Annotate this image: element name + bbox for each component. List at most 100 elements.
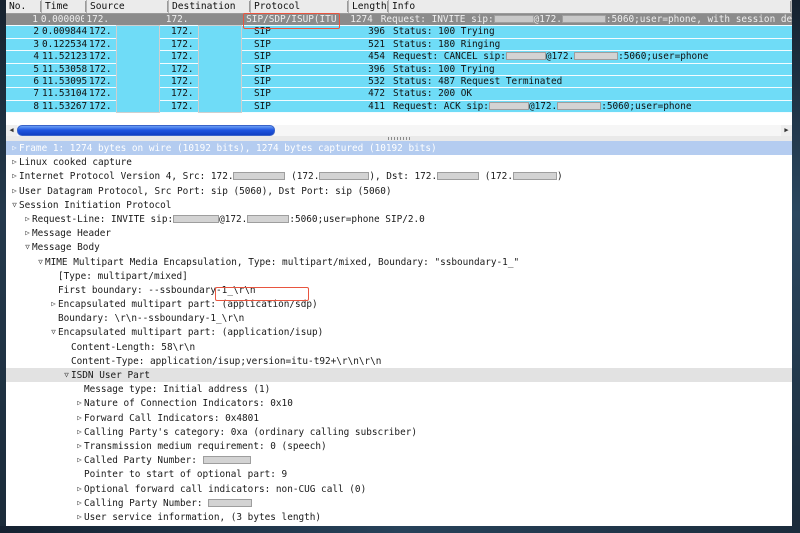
column-header-destination[interactable]: Destination	[169, 0, 251, 13]
tree-node-frame[interactable]: ▷ Frame 1: 1274 bytes on wire (10192 bits…	[6, 141, 792, 156]
tree-node-content-length[interactable]: Content-Length: 58\r\n	[6, 340, 792, 354]
redaction-chip	[488, 101, 529, 110]
expander-collapsed-icon[interactable]: ▷	[75, 496, 84, 510]
tree-node-mime-type[interactable]: [Type: multipart/mixed]	[6, 269, 792, 283]
expander-collapsed-icon[interactable]: ▷	[49, 297, 58, 311]
scroll-left-arrow-icon[interactable]: ◀	[6, 125, 17, 136]
redaction-chip	[574, 52, 619, 61]
expander-collapsed-icon[interactable]: ▷	[10, 169, 19, 183]
packet-length-cell: 396	[368, 63, 385, 75]
expander-collapsed-icon[interactable]: ▷	[75, 425, 84, 439]
packet-no-cell: 6	[33, 75, 39, 87]
tree-node-message-header[interactable]: ▷ Message Header	[6, 226, 792, 240]
tree-node-fwd-call-ind[interactable]: ▷ Forward Call Indicators: 0x4801	[6, 411, 792, 425]
packet-info-cell: Status: 100 Trying	[393, 63, 495, 75]
expander-collapsed-icon[interactable]: ▷	[75, 482, 84, 496]
tree-node-label: Message Body	[32, 242, 100, 254]
tree-node-part-isup[interactable]: ▽ Encapsulated multipart part: (applicati…	[6, 325, 792, 339]
tree-node-udp[interactable]: ▷ User Datagram Protocol, Src Port: sip (…	[6, 184, 792, 198]
tree-node-content-type[interactable]: Content-Type: application/isup;version=i…	[6, 354, 792, 368]
expander-none-icon	[62, 340, 71, 354]
expander-expanded-icon[interactable]: ▽	[23, 240, 32, 254]
tree-node-nature-conn[interactable]: ▷ Nature of Connection Indicators: 0x10	[6, 396, 792, 410]
column-header-no[interactable]: No.	[6, 0, 42, 13]
tree-node-label: Linux cooked capture	[19, 157, 132, 169]
expander-collapsed-icon[interactable]: ▷	[75, 411, 84, 425]
expander-expanded-icon[interactable]: ▽	[62, 368, 71, 382]
packet-protocol-cell: SIP	[254, 75, 271, 87]
packet-no-cell: 5	[33, 63, 39, 75]
packet-time-cell: 11.530582	[42, 63, 87, 75]
redaction-chip	[247, 214, 290, 223]
tree-node-opt-fwd-call[interactable]: ▷ Optional forward call indicators: non-C…	[6, 482, 792, 496]
scroll-right-arrow-icon[interactable]: ▶	[781, 125, 792, 136]
packet-time-cell: 0.122534	[42, 38, 87, 50]
column-header-time[interactable]: Time	[42, 0, 87, 13]
expander-none-icon	[75, 467, 84, 481]
packet-no-cell: 7	[33, 88, 39, 100]
tree-node-part-sdp[interactable]: ▷ Encapsulated multipart part: (applicati…	[6, 297, 792, 311]
packet-info-cell: Status: 487 Request Terminated	[393, 75, 563, 87]
tree-node-called-party[interactable]: ▷ Called Party Number:	[6, 453, 792, 467]
packet-length-cell: 521	[368, 38, 385, 50]
packet-list-pane[interactable]: No. Time Source Destination Protocol Len…	[6, 0, 792, 125]
expander-collapsed-icon[interactable]: ▷	[75, 453, 84, 467]
tree-node-user-service[interactable]: ▷ User service information, (3 bytes leng…	[6, 510, 792, 524]
destination-redaction-block	[198, 25, 242, 113]
expander-none-icon	[49, 269, 58, 283]
column-header-protocol[interactable]: Protocol	[251, 0, 349, 13]
tree-node-calling-party[interactable]: ▷ Calling Party Number:	[6, 496, 792, 510]
redaction-chip	[505, 52, 546, 61]
redaction-chip	[512, 172, 557, 181]
tree-node-tx-medium[interactable]: ▷ Transmission medium requirement: 0 (spe…	[6, 439, 792, 453]
splitter-grip-icon[interactable]	[388, 137, 410, 140]
expander-expanded-icon[interactable]: ▽	[36, 255, 45, 269]
tree-node-pointer-opt[interactable]: Pointer to start of optional part: 9	[6, 467, 792, 481]
tree-node-calling-category[interactable]: ▷ Calling Party's category: 0xa (ordinary…	[6, 425, 792, 439]
tree-node-linux-cooked[interactable]: ▷ Linux cooked capture	[6, 155, 792, 169]
tree-node-message-body[interactable]: ▽ Message Body	[6, 240, 792, 254]
redaction-chip	[493, 15, 534, 23]
redaction-chip	[437, 172, 480, 181]
tree-node-label: Calling Party Number:	[84, 498, 253, 509]
packet-detail-pane[interactable]: ▷ Frame 1: 1274 bytes on wire (10192 bits…	[6, 141, 792, 526]
tree-node-mime[interactable]: ▽ MIME Multipart Media Encapsulation, Typ…	[6, 255, 792, 269]
packet-length-cell: 1274	[350, 14, 373, 25]
expander-collapsed-icon[interactable]: ▷	[10, 155, 19, 169]
tree-node-boundary[interactable]: Boundary: \r\n--ssboundary-1_\r\n	[6, 311, 792, 325]
hscrollbar-track[interactable]	[17, 125, 781, 136]
hscrollbar-thumb[interactable]	[17, 125, 275, 136]
wireshark-window: No. Time Source Destination Protocol Len…	[0, 0, 800, 533]
expander-collapsed-icon[interactable]: ▷	[75, 510, 84, 524]
expander-collapsed-icon[interactable]: ▷	[23, 226, 32, 240]
tree-node-label: [Type: multipart/mixed]	[58, 270, 188, 282]
tree-node-label: Optional forward call indicators: non-CU…	[84, 483, 367, 495]
expander-collapsed-icon[interactable]: ▷	[10, 184, 19, 198]
expander-collapsed-icon[interactable]: ▷	[23, 212, 32, 226]
packet-length-cell: 411	[368, 100, 385, 112]
packet-length-cell: 454	[368, 51, 385, 63]
expander-collapsed-icon[interactable]: ▷	[10, 141, 19, 155]
tree-node-message-type[interactable]: Message type: Initial address (1)	[6, 382, 792, 396]
tree-node-label: Called Party Number:	[84, 455, 251, 466]
redaction-chip	[202, 456, 251, 465]
column-header-info[interactable]: Info	[389, 0, 792, 13]
tree-node-sip[interactable]: ▽ Session Initiation Protocol	[6, 198, 792, 212]
tree-node-isdn-user-part[interactable]: ▽ ISDN User Part	[6, 368, 792, 383]
tree-node-request-line[interactable]: ▷ Request-Line: INVITE sip: @172.:5060;use…	[6, 212, 792, 226]
expander-expanded-icon[interactable]: ▽	[49, 325, 58, 339]
expander-collapsed-icon[interactable]: ▷	[75, 439, 84, 453]
tree-node-first-boundary[interactable]: First boundary: --ssboundary-1_\r\n	[6, 283, 792, 297]
expander-collapsed-icon[interactable]: ▷	[75, 396, 84, 410]
column-header-source[interactable]: Source	[87, 0, 169, 13]
packet-time-cell: 0.009844	[42, 26, 87, 38]
tree-node-label: Encapsulated multipart part: (applicatio…	[58, 327, 324, 339]
packet-protocol-cell: SIP/SDP/ISUP(ITU)	[246, 14, 338, 25]
source-redaction-block	[116, 25, 160, 113]
packet-list-hscrollbar[interactable]: ◀ ▶	[6, 125, 792, 136]
column-header-length[interactable]: Length	[349, 0, 389, 13]
packet-destination-cell: 172.	[165, 14, 189, 25]
packet-info-cell: Request: INVITE sip: @172.:5060;user=phon…	[380, 14, 792, 25]
tree-node-ipv4[interactable]: ▷ Internet Protocol Version 4, Src: 172. …	[6, 169, 792, 183]
expander-expanded-icon[interactable]: ▽	[10, 198, 19, 212]
